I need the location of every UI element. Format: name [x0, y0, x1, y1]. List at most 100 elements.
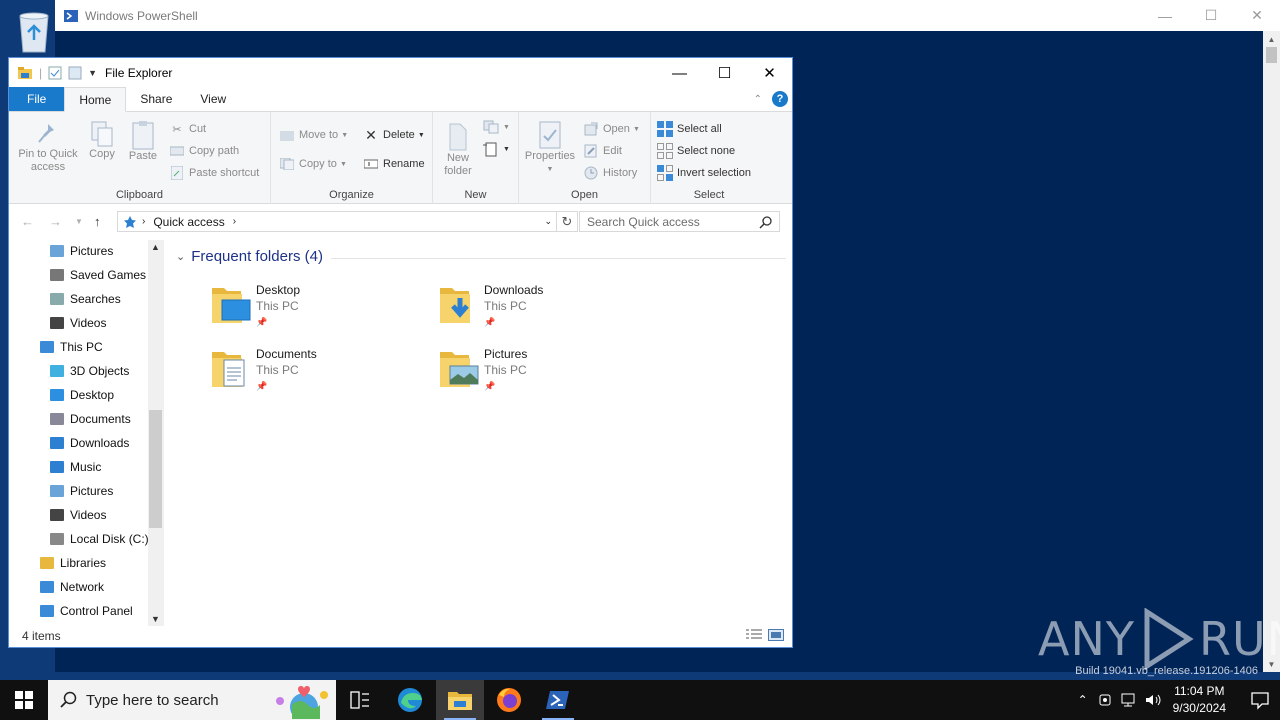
nav-scroll-down-icon[interactable]: ▼: [151, 614, 160, 624]
open-button[interactable]: Open ▼: [583, 122, 640, 136]
large-icons-view-icon[interactable]: [768, 629, 784, 641]
qat-dropdown-icon[interactable]: ▼: [88, 68, 97, 78]
cut-button[interactable]: ✂ Cut: [169, 122, 206, 136]
breadcrumb-quick-access[interactable]: Quick access: [153, 215, 224, 229]
up-button[interactable]: ↑: [94, 214, 101, 229]
meet-now-icon[interactable]: [1095, 692, 1119, 708]
tab-view[interactable]: View: [186, 87, 240, 111]
delete-button[interactable]: ✕ Delete ▼: [363, 127, 425, 143]
content-pane[interactable]: ⌄ Frequent folders (4) Desktop This PC 📌…: [172, 240, 792, 626]
tab-file[interactable]: File: [9, 87, 65, 111]
sidebar-item[interactable]: Pictures: [49, 240, 113, 262]
paste-shortcut-button[interactable]: Paste shortcut: [169, 166, 259, 180]
explorer-titlebar[interactable]: | ▼ File Explorer — ☐ ✕: [9, 58, 792, 88]
minimize-button[interactable]: —: [657, 58, 702, 88]
powershell-taskbar-button[interactable]: [534, 680, 582, 720]
firefox-taskbar-button[interactable]: [485, 680, 533, 720]
forward-button[interactable]: →: [49, 214, 62, 229]
copy-to-button[interactable]: Copy to ▼: [279, 157, 347, 171]
new-folder-qat-icon[interactable]: [68, 66, 82, 80]
sidebar-item[interactable]: Pictures: [49, 480, 113, 502]
edge-taskbar-button[interactable]: [386, 680, 434, 720]
open-group-label: Open: [571, 189, 598, 201]
search-input[interactable]: Search Quick access: [579, 211, 780, 232]
address-bar[interactable]: › Quick access › ⌄: [117, 211, 557, 232]
breadcrumb-chevron-icon[interactable]: ›: [233, 216, 236, 227]
taskbar-search-input[interactable]: Type here to search: [48, 680, 336, 720]
show-hidden-icons-icon[interactable]: ⌃: [1071, 693, 1095, 707]
copy-path-button[interactable]: Copy path: [169, 144, 239, 158]
properties-qat-icon[interactable]: [48, 66, 62, 80]
sidebar-item[interactable]: Searches: [49, 288, 121, 310]
network-tray-icon[interactable]: [1119, 692, 1143, 708]
ps-scroll-thumb[interactable]: [1266, 47, 1277, 63]
task-view-icon: [350, 691, 369, 709]
recent-locations-icon[interactable]: ▼: [75, 217, 83, 226]
file-explorer-taskbar-button[interactable]: [436, 680, 484, 720]
folder-tile-desktop[interactable]: Desktop This PC 📌: [210, 282, 410, 338]
ps-minimize-button[interactable]: —: [1142, 0, 1188, 31]
refresh-button[interactable]: ↻: [556, 211, 578, 232]
history-button[interactable]: History: [583, 166, 637, 180]
tab-share[interactable]: Share: [126, 87, 186, 111]
sidebar-item[interactable]: Libraries: [39, 552, 106, 574]
nav-scroll-up-icon[interactable]: ▲: [151, 242, 160, 252]
invert-selection-button[interactable]: Invert selection: [657, 165, 751, 181]
file-explorer-window[interactable]: | ▼ File Explorer — ☐ ✕ File Home Share …: [8, 57, 793, 648]
recycle-bin-icon[interactable]: [14, 8, 58, 54]
details-view-icon[interactable]: [746, 629, 762, 641]
new-item-button[interactable]: ▼: [483, 120, 510, 134]
sidebar-item[interactable]: Videos: [49, 312, 106, 334]
nav-scroll-thumb[interactable]: [149, 410, 162, 528]
powershell-icon: [64, 9, 78, 22]
sidebar-item[interactable]: Music: [49, 456, 101, 478]
sidebar-item[interactable]: Network: [39, 576, 104, 598]
folder-tile-documents[interactable]: Documents This PC 📌: [210, 346, 410, 402]
select-all-button[interactable]: Select all: [657, 121, 722, 137]
close-button[interactable]: ✕: [747, 58, 792, 88]
pin-quick-access-button[interactable]: Pin to Quick access: [15, 120, 81, 174]
volume-icon[interactable]: [1143, 692, 1167, 708]
sidebar-item[interactable]: 3D Objects: [49, 360, 129, 382]
navigation-pane[interactable]: Pictures Saved Games Searches Videos This PC…: [9, 240, 164, 626]
sidebar-item[interactable]: Saved Games: [49, 264, 146, 286]
ps-scrollbar[interactable]: ▲ ▼: [1263, 31, 1280, 672]
maximize-button[interactable]: ☐: [702, 58, 747, 88]
collapse-chevron-icon[interactable]: ⌄: [176, 250, 185, 263]
folder-tile-downloads[interactable]: Downloads This PC 📌: [438, 282, 638, 338]
frequent-folders-header[interactable]: ⌄ Frequent folders (4): [176, 248, 786, 265]
sidebar-item[interactable]: Desktop: [49, 384, 114, 406]
breadcrumb-separator-icon[interactable]: ›: [142, 216, 145, 227]
ps-scroll-up-icon[interactable]: ▲: [1263, 31, 1280, 47]
sidebar-item[interactable]: Downloads: [49, 432, 129, 454]
powershell-titlebar[interactable]: Windows PowerShell: [55, 0, 1280, 31]
ps-close-button[interactable]: ✕: [1234, 0, 1280, 31]
sidebar-item-label: Network: [60, 580, 105, 594]
back-button[interactable]: ←: [21, 214, 34, 229]
sidebar-item[interactable]: This PC: [39, 336, 103, 358]
notifications-icon[interactable]: [1240, 680, 1280, 720]
move-to-button[interactable]: Move to ▼: [279, 128, 348, 142]
sidebar-item[interactable]: Videos: [49, 504, 106, 526]
task-view-button[interactable]: [336, 680, 384, 720]
sidebar-item[interactable]: Documents: [49, 408, 131, 430]
properties-button[interactable]: Properties ▼: [523, 120, 577, 176]
easy-access-button[interactable]: ▼: [483, 142, 510, 157]
rename-button[interactable]: Rename: [363, 157, 425, 171]
edit-button[interactable]: Edit: [583, 144, 622, 158]
tab-home[interactable]: Home: [64, 87, 127, 112]
copy-button[interactable]: Copy: [87, 120, 117, 161]
folder-tile-pictures[interactable]: Pictures This PC 📌: [438, 346, 638, 402]
nav-scrollbar[interactable]: ▲ ▼: [148, 240, 164, 626]
start-button[interactable]: [0, 680, 48, 720]
sidebar-item[interactable]: Local Disk (C:): [49, 528, 149, 550]
help-icon[interactable]: ?: [772, 91, 788, 107]
paste-button[interactable]: Paste: [127, 120, 159, 163]
sidebar-item[interactable]: Control Panel: [39, 600, 133, 622]
collapse-ribbon-icon[interactable]: ⌃: [754, 94, 762, 105]
clock[interactable]: 11:04 PM 9/30/2024: [1173, 683, 1226, 717]
address-dropdown-icon[interactable]: ⌄: [544, 216, 552, 227]
select-none-button[interactable]: Select none: [657, 143, 735, 159]
ps-maximize-button[interactable]: ☐: [1188, 0, 1234, 31]
new-folder-button[interactable]: New folder: [441, 120, 475, 178]
